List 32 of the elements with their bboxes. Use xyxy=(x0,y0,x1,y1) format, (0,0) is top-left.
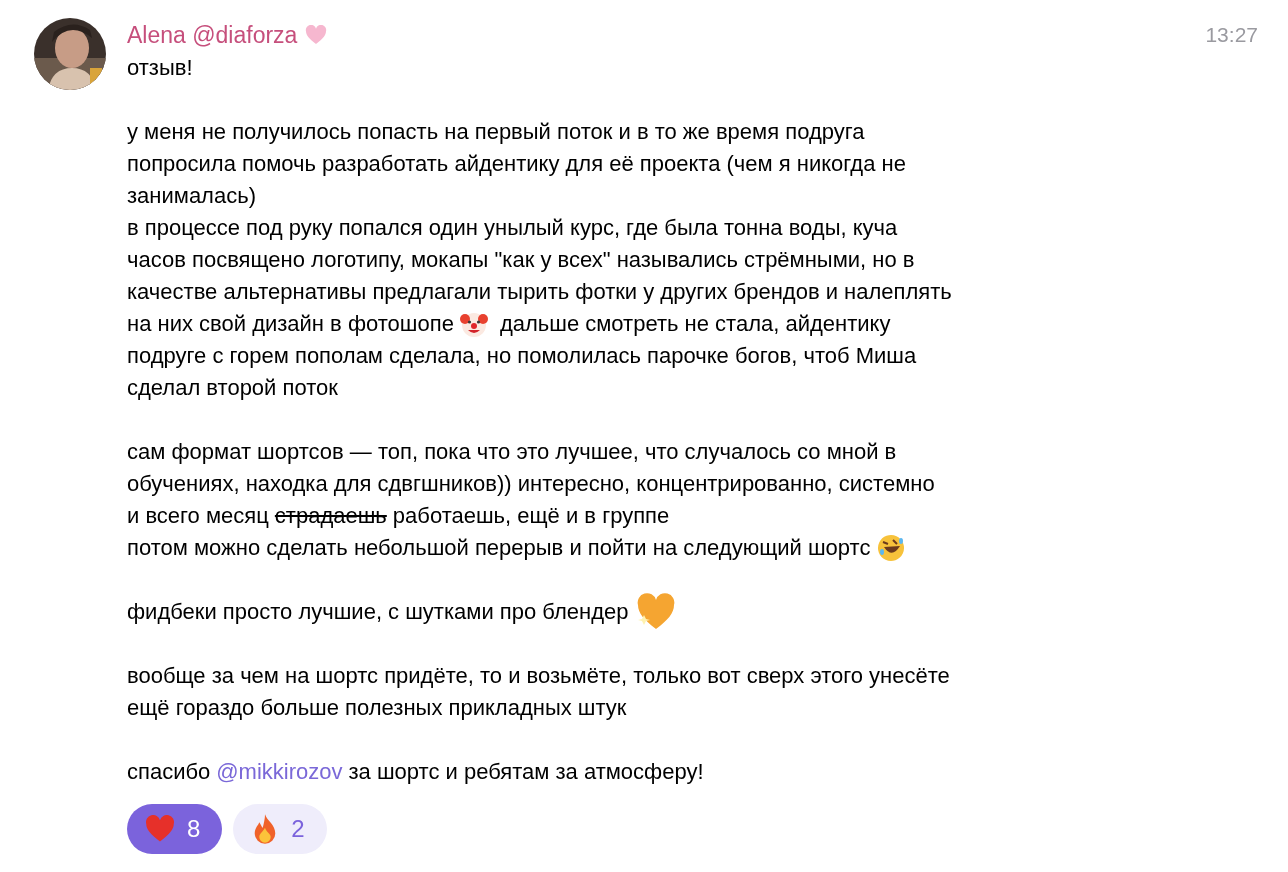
message-text: вообще за чем на шортс придёте, то и возьмёте, только вот сверх этого унесёте xyxy=(127,662,950,690)
mention-link[interactable]: @mikkirozov xyxy=(216,756,343,788)
message-text: в процессе под руку попался один унылый курс, где была тонна воды, куча xyxy=(127,214,898,242)
message-text: обучениях, находка для сдвгшников)) интересно, концентрированно, системно xyxy=(127,470,935,498)
message-text: попросила помочь разработать айдентику для её проекта (чем я никогда не xyxy=(127,150,906,178)
message-text: часов посвящено логотипу, мокапы "как у всех" назывались стрёмными, но в xyxy=(127,246,915,274)
message-text: на них свой дизайн в фотошопе xyxy=(127,310,454,338)
message-text: сам формат шортсов — топ, пока что это лучшее, что случалось со мной в xyxy=(127,438,897,466)
struck-text: страдаешь xyxy=(274,502,387,530)
sparkling-heart-icon xyxy=(636,593,677,631)
message-text: дальше смотреть не стала, айдентику xyxy=(499,310,891,338)
message-time: 13:27 xyxy=(1205,22,1258,49)
reaction-button[interactable]: 2 xyxy=(233,804,327,854)
heart-icon xyxy=(305,25,328,45)
heart-icon xyxy=(145,815,175,843)
message-text: потом можно сделать небольшой перерыв и пойти на следующий шортс xyxy=(127,534,871,562)
laughing-face-icon xyxy=(876,533,907,563)
message-text: за шортс и ребятам за атмосферу! xyxy=(348,758,704,786)
message-text: подруге с горем пополам сделала, но помолилась парочке богов, чтоб Миша xyxy=(127,342,917,370)
clown-face-icon xyxy=(459,310,488,338)
message-text: занималась) xyxy=(127,182,256,210)
message-text: сделал второй поток xyxy=(127,374,338,402)
message-text: работаешь, ещё и в группе xyxy=(392,502,670,530)
message-text: ещё гораздо больше полезных прикладных штук xyxy=(127,694,627,722)
message-text: качестве альтернативы предлагали тырить фотки у других брендов и налеплять xyxy=(127,278,952,306)
message-text: отзыв! xyxy=(127,54,193,82)
message-text: фидбеки просто лучшие, с шутками про блендер xyxy=(127,598,629,626)
author-name[interactable]: Alena @diaforza xyxy=(127,17,298,53)
message-text: спасибо xyxy=(127,758,211,786)
message-text: у меня не получилось попасть на первый поток и в то же время подруга xyxy=(127,118,865,146)
reaction-button[interactable]: 8 xyxy=(127,804,223,854)
message-text: и всего месяц xyxy=(127,502,269,530)
